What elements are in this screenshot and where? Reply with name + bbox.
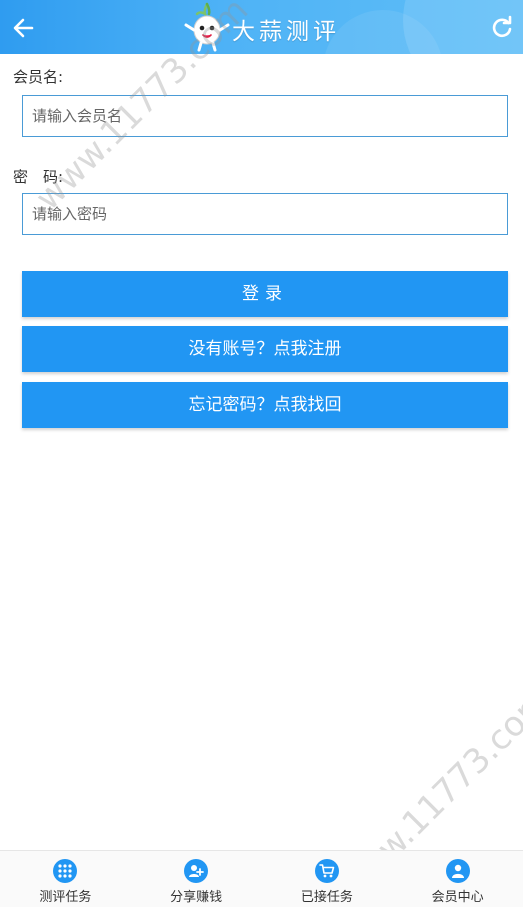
login-page: 大蒜测评 会员名: 密 码: 登录 没有账号？点我注册 忘记密码？点我找回 ww… bbox=[0, 0, 523, 907]
bottom-nav: 测评任务 分享赚钱 已接任务 会员中心 bbox=[0, 850, 523, 907]
username-label: 会员名: bbox=[13, 68, 64, 86]
cart-icon bbox=[314, 859, 339, 883]
back-button[interactable] bbox=[10, 14, 38, 42]
forgot-password-button[interactable]: 忘记密码？点我找回 bbox=[22, 382, 508, 428]
refresh-icon bbox=[492, 15, 512, 38]
grid-icon bbox=[53, 859, 78, 883]
password-input[interactable] bbox=[22, 193, 508, 235]
add-user-icon bbox=[184, 859, 209, 883]
nav-item-member-center[interactable]: 会员中心 bbox=[392, 851, 523, 907]
nav-item-share-earn[interactable]: 分享赚钱 bbox=[131, 851, 262, 907]
nav-label: 已接任务 bbox=[300, 890, 353, 905]
nav-label: 测评任务 bbox=[39, 890, 92, 905]
nav-label: 会员中心 bbox=[431, 890, 484, 905]
app-header: 大蒜测评 bbox=[0, 0, 523, 54]
garlic-mascot-logo bbox=[182, 2, 232, 52]
page-title: 大蒜测评 bbox=[232, 19, 340, 45]
password-label: 密 码: bbox=[13, 168, 64, 186]
login-button[interactable]: 登录 bbox=[22, 271, 508, 317]
username-input[interactable] bbox=[22, 95, 508, 137]
register-button[interactable]: 没有账号？点我注册 bbox=[22, 326, 508, 372]
arrow-left-icon bbox=[13, 18, 34, 38]
nav-item-review-tasks[interactable]: 测评任务 bbox=[0, 851, 131, 907]
nav-label: 分享赚钱 bbox=[170, 890, 223, 905]
nav-item-accepted-tasks[interactable]: 已接任务 bbox=[262, 851, 393, 907]
refresh-button[interactable] bbox=[489, 14, 515, 40]
user-icon bbox=[445, 859, 470, 883]
